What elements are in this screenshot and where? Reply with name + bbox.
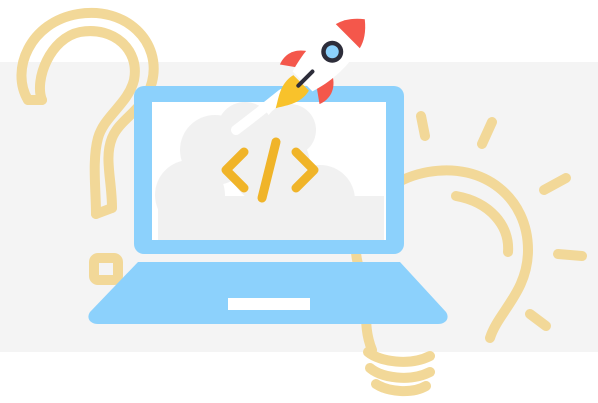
laptop-icon	[88, 86, 448, 324]
laptop-base	[88, 262, 448, 324]
question-mark-icon	[16, 7, 159, 285]
laptop-trackpad	[228, 298, 310, 310]
illustration-stage	[0, 0, 598, 403]
illustration-canvas	[16, 7, 587, 396]
